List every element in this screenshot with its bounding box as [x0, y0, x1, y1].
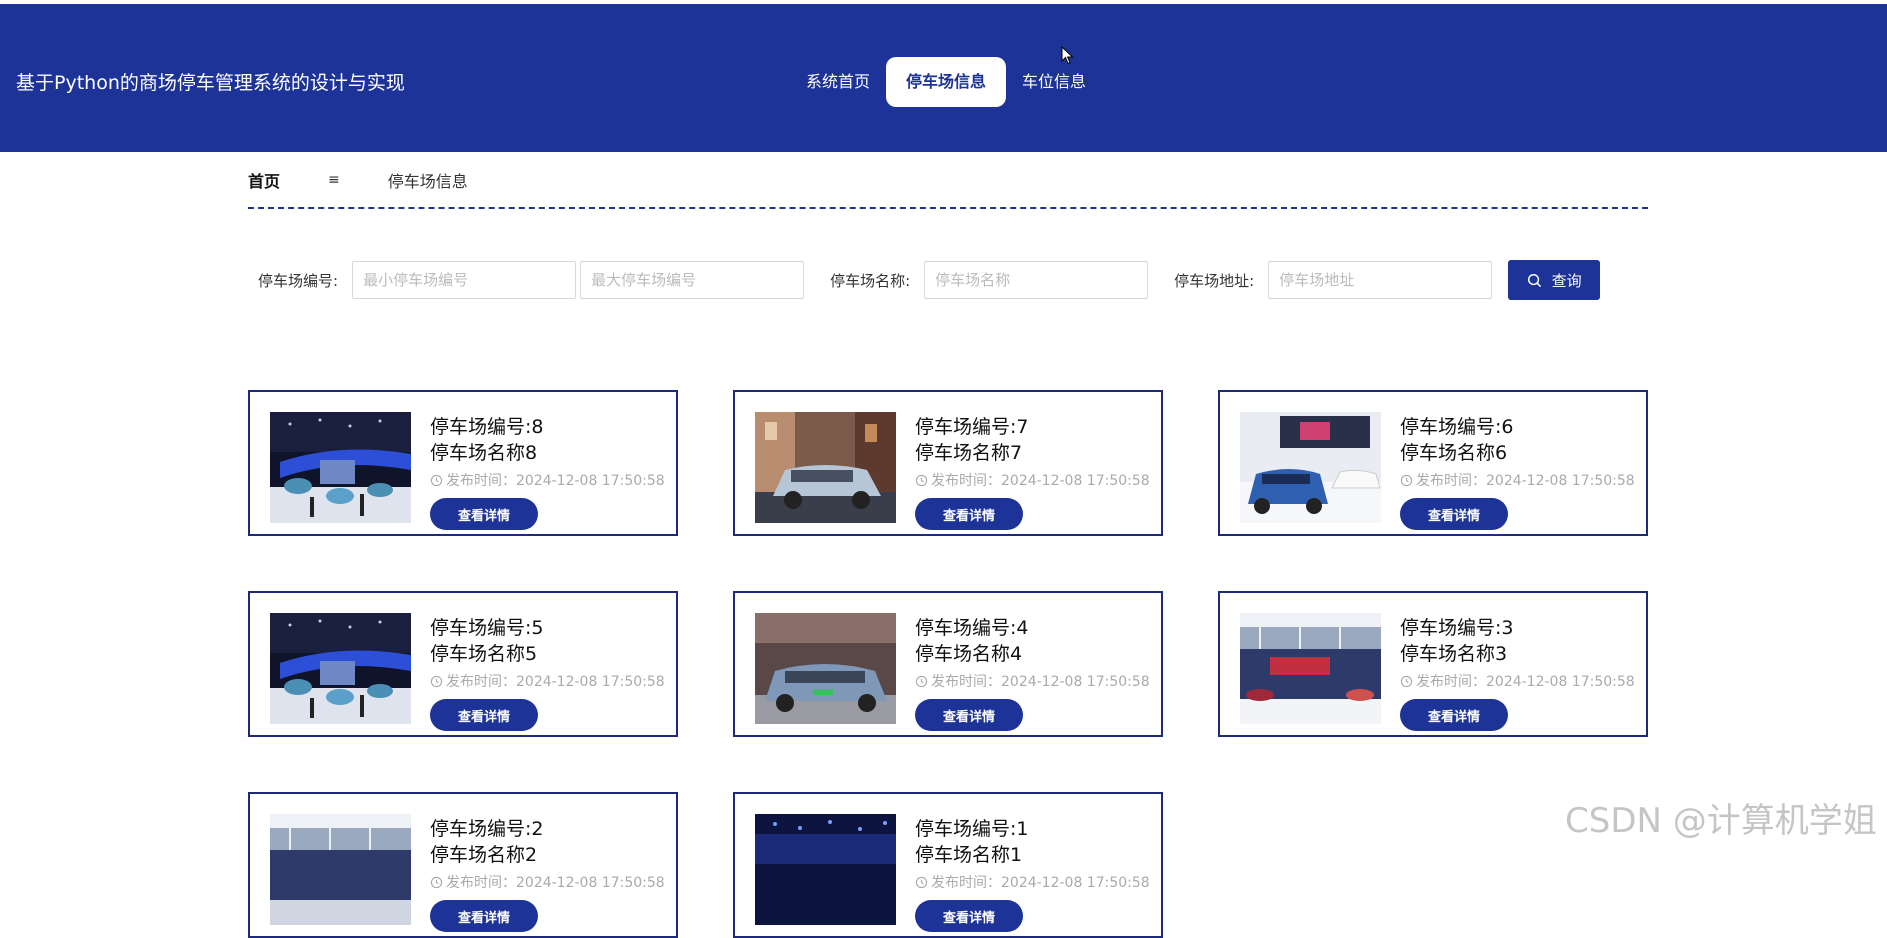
- clock-icon: [430, 675, 443, 687]
- parking-address-input[interactable]: [1268, 261, 1493, 299]
- parking-lot-name: 停车场名称1: [915, 844, 1023, 866]
- parking-lot-number: 停车场编号:4: [915, 617, 1029, 639]
- min-parking-no-input[interactable]: [352, 261, 577, 299]
- publish-time: 发布时间：2024-12-08 17:50:58: [1400, 671, 1635, 691]
- view-details-button[interactable]: 查看详情: [1400, 498, 1508, 530]
- breadcrumb: 首页 ≡ 停车场信息: [248, 168, 468, 192]
- publish-time: 发布时间：2024-12-08 17:50:58: [430, 671, 665, 691]
- publish-time-text: 发布时间：2024-12-08 17:50:58: [931, 875, 1150, 891]
- parking-lot-card[interactable]: 停车场编号:4 停车场名称4 发布时间：2024-12-08 17:50:58 …: [733, 591, 1163, 737]
- breadcrumb-separator-icon: ≡: [328, 172, 340, 188]
- parking-lot-thumbnail: [755, 412, 896, 523]
- view-details-button[interactable]: 查看详情: [1400, 699, 1508, 731]
- publish-time-text: 发布时间：2024-12-08 17:50:58: [931, 473, 1150, 489]
- view-details-button[interactable]: 查看详情: [915, 498, 1023, 530]
- mouse-cursor-icon: [1061, 46, 1074, 65]
- query-button-label: 查询: [1551, 272, 1582, 290]
- publish-time: 发布时间：2024-12-08 17:50:58: [430, 872, 665, 892]
- publish-time: 发布时间：2024-12-08 17:50:58: [1400, 470, 1635, 490]
- parking-lot-number: 停车场编号:1: [915, 818, 1029, 840]
- clock-icon: [915, 474, 928, 486]
- parking-lot-thumbnail: [1240, 412, 1381, 523]
- parking-lot-name: 停车场名称4: [915, 643, 1023, 665]
- publish-time: 发布时间：2024-12-08 17:50:58: [430, 470, 665, 490]
- nav-home[interactable]: 系统首页: [790, 57, 886, 107]
- view-details-button[interactable]: 查看详情: [430, 498, 538, 530]
- parking-name-input[interactable]: [924, 261, 1149, 299]
- search-bar: 停车场编号: 停车场名称: 停车场地址: 查询: [248, 260, 1601, 300]
- parking-lot-thumbnail: [270, 613, 411, 724]
- publish-time-text: 发布时间：2024-12-08 17:50:58: [446, 473, 665, 489]
- parking-lot-thumbnail: [270, 412, 411, 523]
- nav-parking-lot-info[interactable]: 停车场信息: [886, 57, 1007, 107]
- parking-lot-thumbnail: [755, 814, 896, 925]
- breadcrumb-divider: [248, 207, 1648, 209]
- main-nav: 系统首页 停车场信息 车位信息: [790, 57, 1102, 107]
- clock-icon: [430, 474, 443, 486]
- parking-lot-number: 停车场编号:3: [1400, 617, 1514, 639]
- nav-parking-space-info[interactable]: 车位信息: [1006, 57, 1102, 107]
- parking-lot-name: 停车场名称5: [430, 643, 538, 665]
- view-details-button[interactable]: 查看详情: [915, 900, 1023, 932]
- breadcrumb-home[interactable]: 首页: [248, 168, 280, 192]
- query-button[interactable]: 查询: [1508, 260, 1601, 300]
- publish-time-text: 发布时间：2024-12-08 17:50:58: [446, 674, 665, 690]
- parking-lot-card[interactable]: 停车场编号:6 停车场名称6 发布时间：2024-12-08 17:50:58 …: [1218, 390, 1648, 536]
- parking-lot-number: 停车场编号:7: [915, 416, 1029, 438]
- parking-lot-name: 停车场名称8: [430, 442, 538, 464]
- parking-address-label: 停车场地址:: [1174, 271, 1255, 290]
- parking-lot-thumbnail: [270, 814, 411, 925]
- view-details-button[interactable]: 查看详情: [915, 699, 1023, 731]
- clock-icon: [915, 675, 928, 687]
- parking-lot-name: 停车场名称7: [915, 442, 1023, 464]
- parking-lot-card[interactable]: 停车场编号:7 停车场名称7 发布时间：2024-12-08 17:50:58 …: [733, 390, 1163, 536]
- parking-name-label: 停车场名称:: [830, 271, 911, 290]
- site-title: 基于Python的商场停车管理系统的设计与实现: [16, 72, 405, 94]
- parking-lot-name: 停车场名称3: [1400, 643, 1508, 665]
- top-header: 基于Python的商场停车管理系统的设计与实现 系统首页 停车场信息 车位信息: [0, 4, 1887, 152]
- publish-time-text: 发布时间：2024-12-08 17:50:58: [446, 875, 665, 891]
- parking-lot-thumbnail: [755, 613, 896, 724]
- view-details-button[interactable]: 查看详情: [430, 900, 538, 932]
- clock-icon: [915, 876, 928, 888]
- parking-lot-name: 停车场名称2: [430, 844, 538, 866]
- search-icon: [1527, 273, 1541, 287]
- parking-lot-thumbnail: [1240, 613, 1381, 724]
- max-parking-no-input[interactable]: [580, 261, 805, 299]
- parking-lot-card[interactable]: 停车场编号:2 停车场名称2 发布时间：2024-12-08 17:50:58 …: [248, 792, 678, 938]
- breadcrumb-current: 停车场信息: [387, 172, 468, 191]
- parking-lot-number: 停车场编号:2: [430, 818, 544, 840]
- view-details-button[interactable]: 查看详情: [430, 699, 538, 731]
- publish-time: 发布时间：2024-12-08 17:50:58: [915, 671, 1150, 691]
- publish-time-text: 发布时间：2024-12-08 17:50:58: [931, 674, 1150, 690]
- publish-time: 发布时间：2024-12-08 17:50:58: [915, 872, 1150, 892]
- publish-time-text: 发布时间：2024-12-08 17:50:58: [1416, 473, 1635, 489]
- parking-lot-name: 停车场名称6: [1400, 442, 1508, 464]
- parking-lot-card[interactable]: 停车场编号:5 停车场名称5 发布时间：2024-12-08 17:50:58 …: [248, 591, 678, 737]
- clock-icon: [430, 876, 443, 888]
- publish-time-text: 发布时间：2024-12-08 17:50:58: [1416, 674, 1635, 690]
- parking-lot-card[interactable]: 停车场编号:3 停车场名称3 发布时间：2024-12-08 17:50:58 …: [1218, 591, 1648, 737]
- parking-no-label: 停车场编号:: [258, 271, 339, 290]
- parking-lot-number: 停车场编号:6: [1400, 416, 1514, 438]
- clock-icon: [1400, 474, 1413, 486]
- clock-icon: [1400, 675, 1413, 687]
- parking-lot-card[interactable]: 停车场编号:1 停车场名称1 发布时间：2024-12-08 17:50:58 …: [733, 792, 1163, 938]
- parking-lot-number: 停车场编号:8: [430, 416, 544, 438]
- parking-lot-number: 停车场编号:5: [430, 617, 544, 639]
- parking-lot-card[interactable]: 停车场编号:8 停车场名称8 发布时间：2024-12-08 17:50:58 …: [248, 390, 678, 536]
- publish-time: 发布时间：2024-12-08 17:50:58: [915, 470, 1150, 490]
- csdn-watermark: CSDN @计算机学姐: [1565, 801, 1877, 841]
